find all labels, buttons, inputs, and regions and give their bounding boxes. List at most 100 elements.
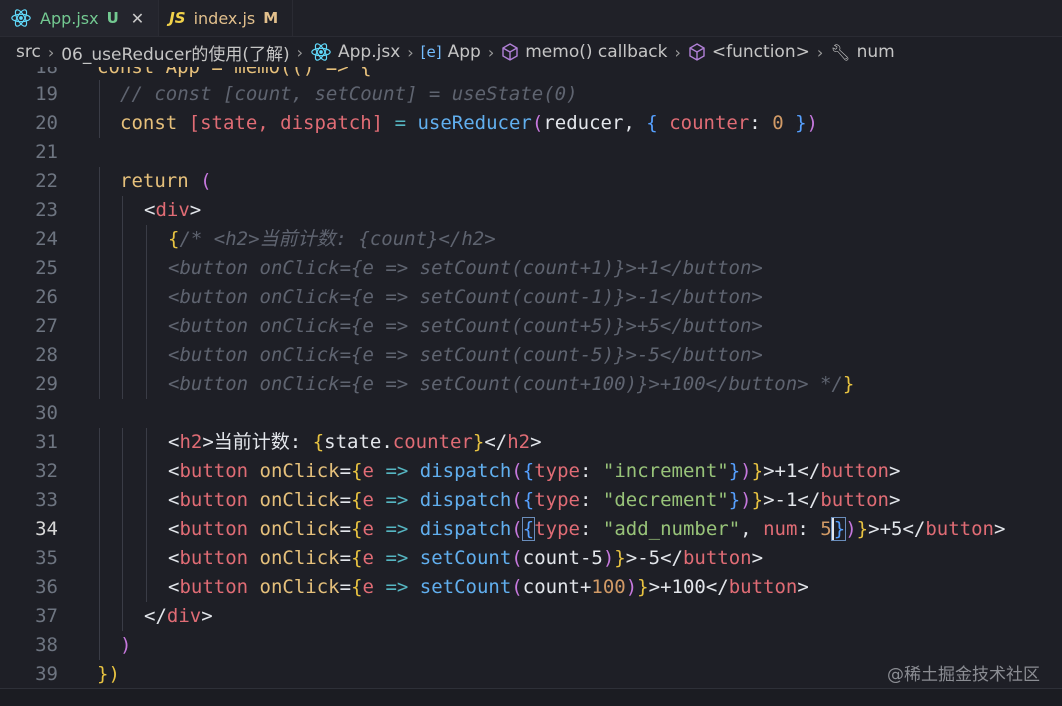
code-line: 29 <button onClick={e => setCount(count+… — [0, 370, 1062, 399]
method-cube-icon — [502, 43, 518, 61]
watermark: @稀土掘金技术社区 — [887, 665, 1040, 685]
breadcrumb-label: src — [16, 42, 41, 62]
code-line: 38 ) — [0, 631, 1062, 660]
chevron-right-icon: › — [407, 42, 414, 62]
tab-app-jsx[interactable]: App.jsx U ✕ — [0, 0, 160, 36]
breadcrumb-symbol-memo[interactable]: memo() callback — [501, 42, 668, 62]
code-line: 28 <button onClick={e => setCount(count-… — [0, 341, 1062, 370]
line-number: 29 — [35, 373, 58, 395]
line-number: 31 — [35, 431, 58, 453]
breadcrumb-symbol-app[interactable]: [e] App — [421, 42, 481, 62]
code-arrow: => — [385, 576, 409, 598]
code-param: e — [362, 518, 374, 540]
git-status-badge: U — [106, 9, 119, 27]
code-tag: button — [682, 547, 752, 569]
code-identifier: reducer, — [543, 112, 635, 134]
code-arrow: => — [385, 460, 409, 482]
code-line: 26 <button onClick={e => setCount(count-… — [0, 283, 1062, 312]
code-property: num — [763, 518, 798, 540]
line-number: 20 — [35, 112, 58, 134]
chevron-right-icon: › — [296, 42, 303, 62]
code-property: counter — [669, 112, 750, 134]
code-function: setCount — [419, 576, 512, 598]
code-arrow: => — [385, 518, 409, 540]
code-text: +1 — [774, 460, 798, 482]
breadcrumb-folder[interactable]: 06_useReducer的使用(了解) — [61, 40, 289, 65]
code-text: +100 — [660, 576, 706, 598]
code-line: 19 // const [count, setCount] = useState… — [0, 80, 1062, 109]
breadcrumb-label: <function> — [711, 42, 810, 62]
line-number: 22 — [35, 170, 58, 192]
breadcrumb-label: App — [447, 42, 481, 62]
line-number: 36 — [35, 576, 58, 598]
method-cube-icon — [689, 43, 705, 61]
code-number: 100 — [591, 576, 626, 598]
code-line: 30 — [0, 399, 1062, 428]
code-line: 22 return ( — [0, 167, 1062, 196]
code-property: type — [534, 460, 580, 482]
line-number: 30 — [35, 402, 58, 424]
code-line: 20 const [state, dispatch] = useReducer(… — [0, 109, 1062, 138]
line-number: 28 — [35, 344, 58, 366]
code-attr: onClick — [259, 547, 340, 569]
code-string: "add_number" — [602, 518, 741, 540]
code-line: 21 — [0, 138, 1062, 167]
code-tag: button — [179, 518, 249, 540]
variable-icon: [e] — [420, 43, 442, 61]
editor-tab-bar: App.jsx U ✕ JS index.js M — [0, 0, 1062, 37]
code-function: dispatch — [419, 489, 512, 511]
tab-index-js[interactable]: JS index.js M — [159, 0, 294, 36]
code-text: +5 — [879, 518, 903, 540]
tab-label: index.js — [193, 8, 256, 28]
code-editor[interactable]: 18 const App = memo(() => { 19 // const … — [0, 67, 1062, 687]
breadcrumb-label: App.jsx — [338, 42, 401, 62]
code-identifier: state. — [324, 431, 393, 453]
git-status-badge: M — [263, 9, 279, 27]
code-function: dispatch — [419, 460, 512, 482]
code-arrow: => — [385, 489, 409, 511]
code-comment: // const [count, setCount] = useState(0) — [120, 83, 578, 105]
code-tag: button — [728, 576, 798, 598]
breadcrumb-file[interactable]: App.jsx — [310, 41, 400, 63]
code-comment: <button onClick={e => setCount(count-1)}… — [168, 286, 763, 308]
line-number: 19 — [35, 83, 58, 105]
code-tag: button — [179, 576, 249, 598]
code-comment: <button onClick={e => setCount(count+5)}… — [168, 315, 763, 337]
code-tag: div — [155, 199, 190, 221]
breadcrumb-label: memo() callback — [525, 42, 668, 62]
code-param: e — [362, 460, 374, 482]
code-number: 0 — [772, 112, 784, 134]
code-line: 37 </div> — [0, 602, 1062, 631]
code-line: 33 <button onClick={e => dispatch({type:… — [0, 486, 1062, 515]
breadcrumb-src[interactable]: src — [16, 42, 41, 62]
line-number: 33 — [35, 489, 58, 511]
code-param: e — [362, 489, 374, 511]
code-comment: <button onClick={e => setCount(count+100… — [168, 373, 843, 395]
code-tag: button — [179, 489, 249, 511]
react-icon — [11, 9, 31, 27]
code-line: 36 <button onClick={e => setCount(count+… — [0, 573, 1062, 602]
line-number: 39 — [35, 663, 58, 685]
breadcrumb-symbol-num[interactable]: 🔧︎ num — [830, 42, 894, 62]
code-line: 23 <div> — [0, 196, 1062, 225]
code-property: type — [534, 518, 580, 540]
code-function: dispatch — [419, 518, 512, 540]
code-tag: button — [925, 518, 994, 540]
code-attr: onClick — [259, 518, 340, 540]
code-expression: count-5 — [522, 547, 603, 569]
chevron-right-icon: › — [487, 42, 495, 62]
breadcrumb-label: num — [856, 42, 895, 62]
line-number: 35 — [35, 547, 58, 569]
code-tag: button — [179, 460, 249, 482]
code-line: 34 <button onClick={e => dispatch({type:… — [0, 515, 1062, 544]
code-comment: <button onClick={e => setCount(count+1)}… — [168, 257, 763, 279]
breadcrumb-symbol-function[interactable]: <function> — [688, 42, 810, 62]
line-number: 37 — [35, 605, 58, 627]
code-arrow: => — [385, 547, 409, 569]
code-attr: onClick — [259, 489, 340, 511]
line-number: 38 — [35, 634, 58, 656]
code-line: 31 <h2>当前计数: {state.counter}</h2> — [0, 428, 1062, 457]
bottom-panel-edge — [0, 688, 1062, 706]
chevron-right-icon: › — [816, 42, 824, 62]
close-icon[interactable]: ✕ — [131, 9, 144, 28]
